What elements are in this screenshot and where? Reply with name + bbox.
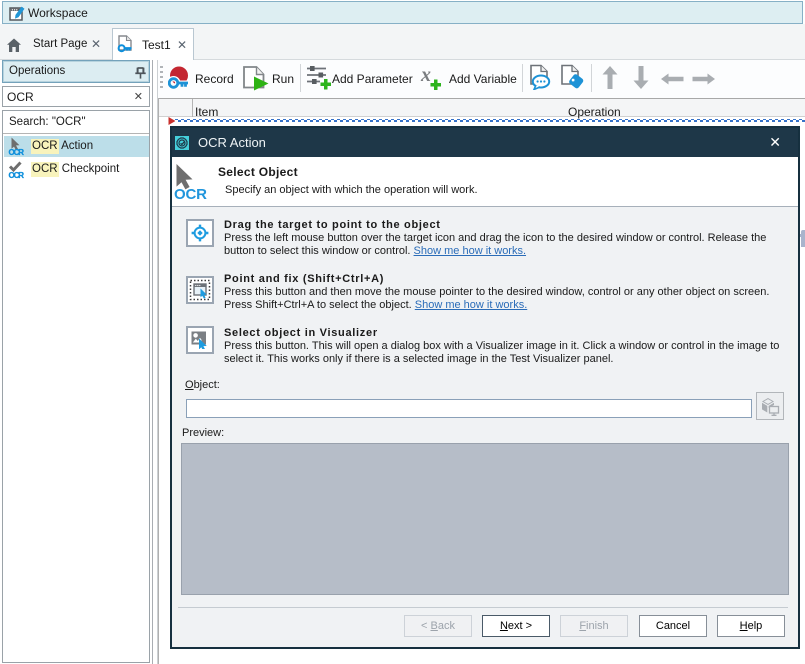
svg-text:OCR: OCR xyxy=(9,171,25,179)
svg-text:OCR: OCR xyxy=(9,148,25,156)
svg-text:x: x xyxy=(420,64,431,86)
svg-text:OCR: OCR xyxy=(174,186,207,203)
